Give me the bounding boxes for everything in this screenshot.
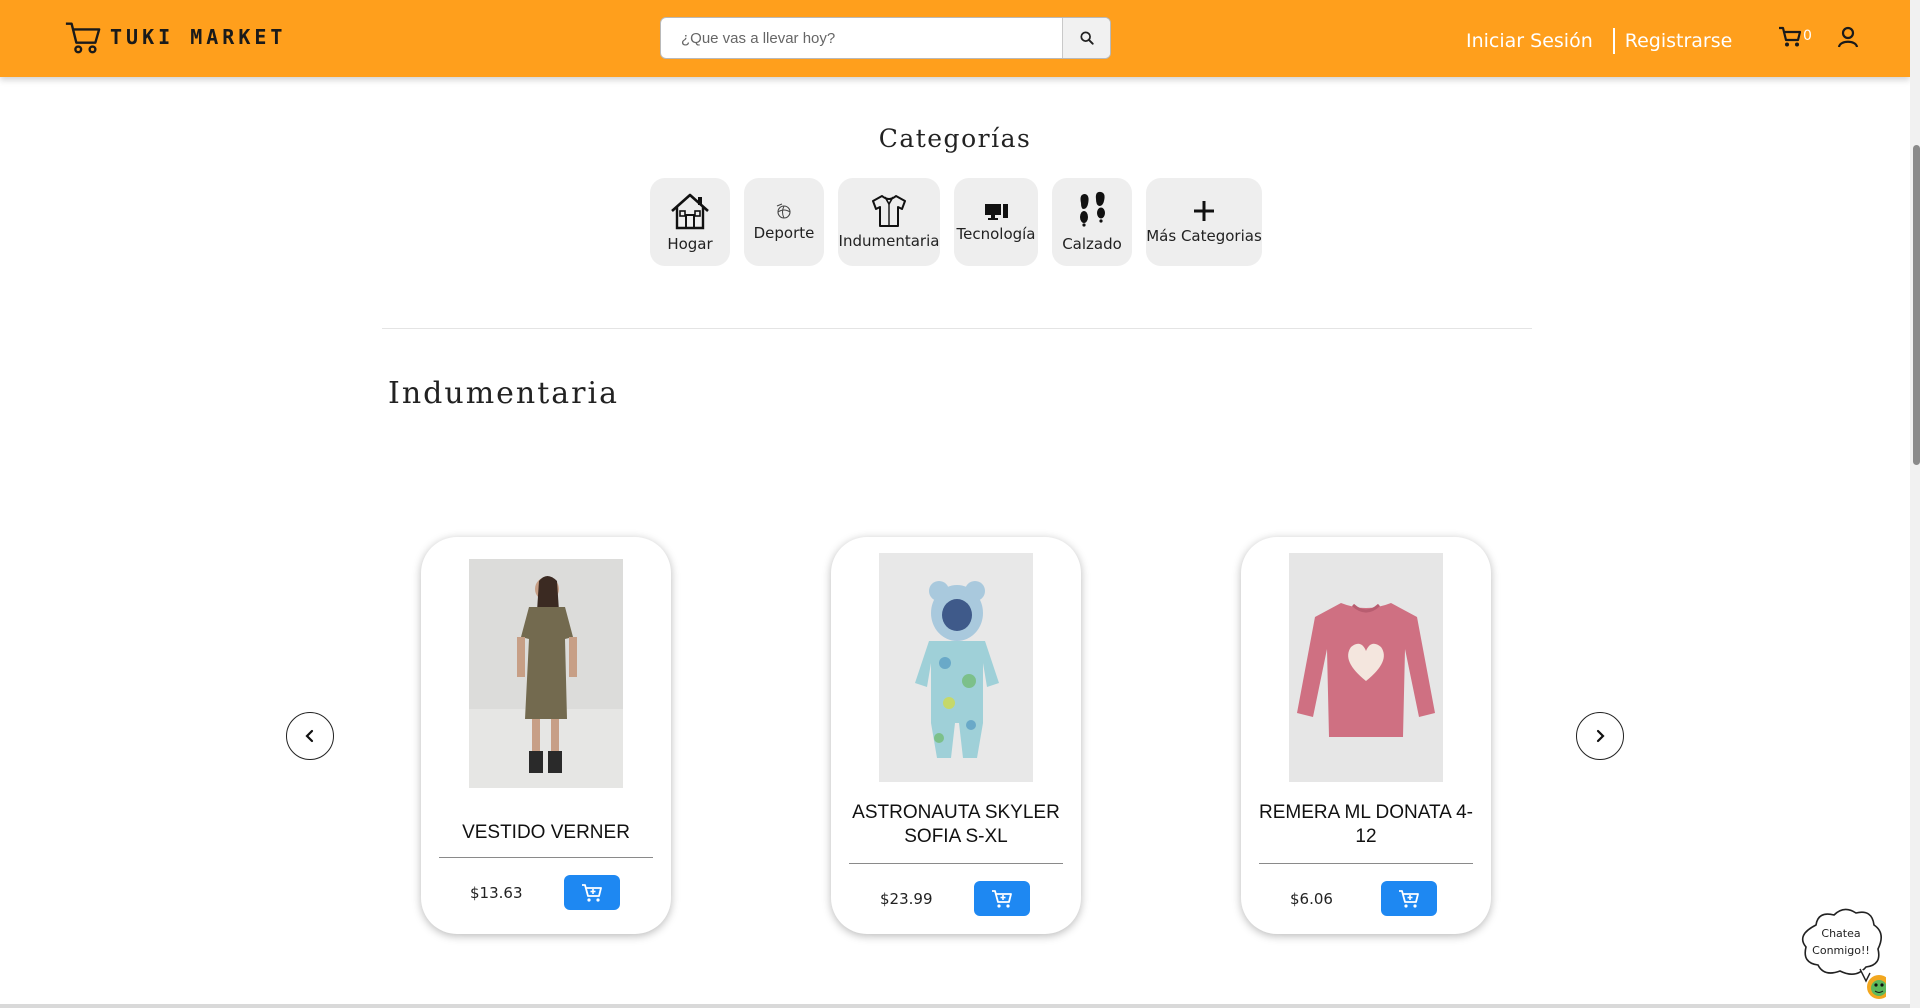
category-label: Indumentaria xyxy=(838,232,940,250)
cart-button[interactable]: 0 xyxy=(1778,26,1812,48)
category-indumentaria[interactable]: Indumentaria xyxy=(838,178,940,266)
baby-snowsuit-photo xyxy=(879,553,1033,782)
user-account-button[interactable] xyxy=(1836,25,1860,53)
category-label: Deporte xyxy=(753,224,815,242)
chat-label: Chatea Conmigo!! xyxy=(1804,925,1878,959)
category-label: Más Categorias xyxy=(1146,227,1262,245)
cart-logo-icon xyxy=(65,22,101,54)
add-to-cart-icon xyxy=(1399,889,1419,908)
product-card[interactable]: ASTRONAUTA SKYLER SOFIA S-XL $23.99 xyxy=(831,537,1081,934)
product-name: REMERA ML DONATA 4-12 xyxy=(1259,802,1473,847)
product-divider xyxy=(439,857,653,858)
category-label: Tecnología xyxy=(956,225,1036,243)
chat-widget[interactable]: Chatea Conmigo!! xyxy=(1796,905,1891,1000)
page-scrollbar-thumb[interactable] xyxy=(1913,145,1920,465)
chat-line-2: Conmigo!! xyxy=(1812,944,1870,957)
bottom-edge xyxy=(0,1004,1910,1008)
auth-divider xyxy=(1612,28,1615,54)
carousel-prev-button[interactable] xyxy=(286,712,334,760)
sport-icon xyxy=(776,203,791,219)
category-deporte[interactable]: Deporte xyxy=(744,178,824,266)
plus-icon xyxy=(1194,201,1214,221)
add-to-cart-icon xyxy=(582,883,602,902)
brand-logo[interactable]: TUKI MARKET xyxy=(64,18,286,56)
product-price: $13.63 xyxy=(470,884,523,902)
login-link[interactable]: Iniciar Sesión xyxy=(1466,30,1593,52)
search-input[interactable] xyxy=(661,18,1062,58)
product-divider xyxy=(849,863,1063,864)
top-header: TUKI MARKET Iniciar Sesión Registrarse 0 xyxy=(0,0,1910,77)
product-card[interactable]: REMERA ML DONATA 4-12 $6.06 xyxy=(1241,537,1491,934)
pink-longsleeve-photo xyxy=(1289,553,1443,782)
brand-name: TUKI MARKET xyxy=(110,25,287,49)
product-image[interactable] xyxy=(469,559,623,788)
section-title: Indumentaria xyxy=(388,376,619,411)
house-icon xyxy=(671,193,709,230)
olive-dress-photo xyxy=(469,559,623,788)
product-name: VESTIDO VERNER xyxy=(462,822,630,843)
user-icon xyxy=(1837,26,1859,48)
category-calzado[interactable]: Calzado xyxy=(1052,178,1132,266)
category-label: Hogar xyxy=(667,235,713,253)
chevron-right-icon xyxy=(1596,729,1605,743)
add-to-cart-button[interactable] xyxy=(1381,881,1437,916)
category-list: Hogar Deporte Indumentaria Tecnología Ca… xyxy=(650,178,1262,266)
computer-icon xyxy=(985,204,1008,220)
cart-count: 0 xyxy=(1803,28,1812,44)
footprints-icon xyxy=(1080,191,1105,227)
product-card[interactable]: VESTIDO VERNER $13.63 xyxy=(421,537,671,934)
carousel-next-button[interactable] xyxy=(1576,712,1624,760)
add-to-cart-button[interactable] xyxy=(974,881,1030,916)
product-name: ASTRONAUTA SKYLER SOFIA S-XL xyxy=(852,802,1060,847)
category-tecnologia[interactable]: Tecnología xyxy=(954,178,1038,266)
search-icon xyxy=(1079,31,1094,45)
register-link[interactable]: Registrarse xyxy=(1625,30,1733,52)
product-price: $6.06 xyxy=(1290,890,1333,908)
product-image[interactable] xyxy=(1289,553,1443,782)
shirt-icon xyxy=(872,195,906,227)
section-divider xyxy=(382,328,1532,329)
cart-icon xyxy=(1779,26,1802,47)
product-image[interactable] xyxy=(879,553,1033,782)
categories-title: Categorías xyxy=(878,124,1032,153)
product-price: $23.99 xyxy=(880,890,933,908)
search-button[interactable] xyxy=(1062,18,1110,58)
category-hogar[interactable]: Hogar xyxy=(650,178,730,266)
auth-links: Iniciar Sesión Registrarse xyxy=(1466,28,1732,54)
chevron-left-icon xyxy=(305,729,314,743)
product-divider xyxy=(1259,863,1473,864)
category-mas-categorias[interactable]: Más Categorias xyxy=(1146,178,1262,266)
add-to-cart-icon xyxy=(992,889,1012,908)
chat-line-1: Chatea xyxy=(1821,927,1861,940)
search-bar xyxy=(660,17,1111,59)
add-to-cart-button[interactable] xyxy=(564,875,620,910)
category-label: Calzado xyxy=(1062,235,1122,253)
